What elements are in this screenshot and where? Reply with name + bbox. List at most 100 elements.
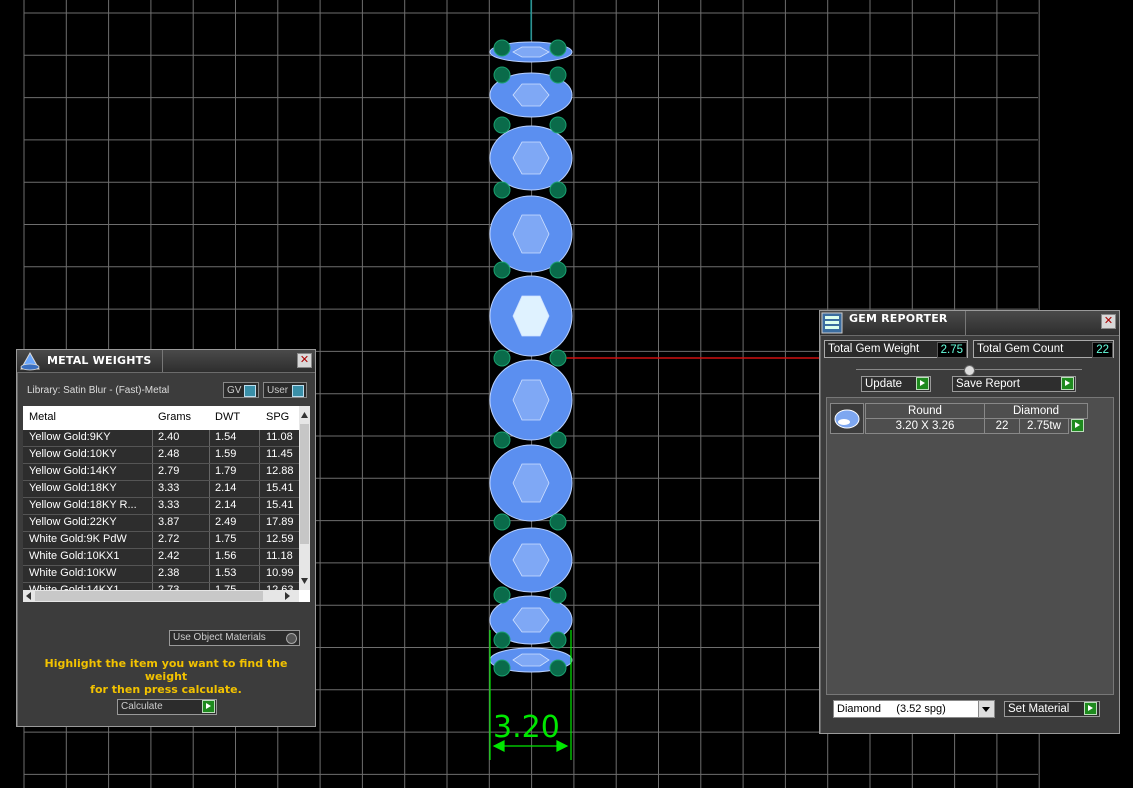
cell-metal: White Gold:9K PdW [29,533,127,545]
prong [493,631,511,649]
cell-dwt: 2.49 [215,516,237,528]
total-gem-count-value: 22 [1092,342,1113,358]
gem-size: 3.20 X 3.26 [865,418,985,434]
prong [493,586,511,604]
calculate-go-icon[interactable] [202,700,215,713]
prong [493,66,511,84]
prong [493,181,511,199]
prong [549,659,567,677]
col-spg[interactable]: SPG [266,411,289,423]
material-select[interactable]: Diamond (3.52 spg) [833,700,995,718]
prong [549,431,567,449]
update-go-icon[interactable] [916,377,929,390]
cell-dwt: 1.54 [215,431,237,443]
gem-list[interactable]: Round Diamond 3.20 X 3.26 22 2.75tw [826,397,1114,695]
cell-dwt: 2.14 [215,499,237,511]
prong [549,116,567,134]
table-row[interactable]: Yellow Gold:18KY 3.33 2.14 15.41 [23,481,299,498]
col-dwt[interactable]: DWT [215,411,240,423]
total-gem-weight-value: 2.75 [936,342,967,358]
gem-reporter-titlebar[interactable]: GEM REPORTER ✕ [820,311,1119,336]
prong [493,349,511,367]
metal-weights-panel: METAL WEIGHTS ✕ Library: Satin Blur - (F… [16,349,316,727]
slider-thumb[interactable] [964,365,975,376]
cell-grams: 2.72 [158,533,180,545]
dimension-label: 3.20 [493,710,560,745]
hint-text: Highlight the item you want to find the … [25,657,307,696]
table-row[interactable]: Yellow Gold:18KY R... 3.33 2.14 15.41 [23,498,299,515]
table-row[interactable]: White Gold:10KW 2.38 1.53 10.99 [23,566,299,583]
cell-dwt: 1.53 [215,567,237,579]
round-gem-icon [834,409,860,429]
cell-grams: 2.40 [158,431,180,443]
cell-grams: 2.48 [158,448,180,460]
table-row[interactable]: Yellow Gold:10KY 2.48 1.59 11.45 [23,447,299,464]
table-row[interactable]: White Gold:10KX1 2.42 1.56 11.18 [23,549,299,566]
metal-table-rows: Yellow Gold:9KY 2.40 1.54 11.08 Yellow Gold:… [23,430,299,602]
cell-grams: 2.79 [158,465,180,477]
total-gem-weight: Total Gem Weight 2.75 [824,340,968,358]
cell-grams: 3.87 [158,516,180,528]
table-row[interactable]: Yellow Gold:14KY 2.79 1.79 12.88 [23,464,299,481]
set-material-go-icon[interactable] [1084,702,1097,715]
library-label: Library: Satin Blur - (Fast)-Metal [27,385,170,396]
gem-reporter-title: GEM REPORTER [849,312,948,325]
col-metal[interactable]: Metal [29,411,56,423]
eternity-band-model [489,39,573,677]
material-select-value: Diamond (3.52 spg) [837,703,946,715]
cell-grams: 2.38 [158,567,180,579]
col-grams[interactable]: Grams [158,411,191,423]
cell-metal: White Gold:10KX1 [29,550,120,562]
chevron-down-icon[interactable] [978,701,994,717]
user-toggle[interactable]: User [263,382,307,398]
use-object-materials-toggle[interactable]: Use Object Materials [169,630,300,646]
prong [493,659,511,677]
prong [493,39,511,57]
cell-dwt: 2.14 [215,482,237,494]
gem-count: 22 [984,418,1020,434]
cell-dwt: 1.59 [215,448,237,460]
close-icon[interactable]: ✕ [1101,314,1116,329]
save-report-button[interactable]: Save Report [952,376,1076,392]
gem-reporter-icon [821,312,843,334]
hint-line-2: for then press calculate. [90,683,242,696]
cell-metal: Yellow Gold:18KY [29,482,117,494]
vertical-scrollbar[interactable] [299,406,310,590]
cell-metal: White Gold:10KW [29,567,117,579]
prong [549,349,567,367]
metal-weights-title: METAL WEIGHTS [47,354,152,367]
table-row[interactable]: Yellow Gold:22KY 3.87 2.49 17.89 [23,515,299,532]
zoom-slider[interactable] [856,365,1082,376]
prong [549,513,567,531]
save-report-go-icon[interactable] [1061,377,1074,390]
set-material-label: Set Material [1008,703,1070,715]
gem-row[interactable]: Round Diamond 3.20 X 3.26 22 2.75tw [830,403,1088,435]
close-icon[interactable]: ✕ [297,353,312,368]
save-report-label: Save Report [956,378,1020,390]
cell-grams: 2.42 [158,550,180,562]
horizontal-scrollbar[interactable] [23,590,299,602]
gem-thumbnail [830,403,864,434]
user-label: User [267,385,289,396]
prong [549,66,567,84]
cell-metal: Yellow Gold:10KY [29,448,117,460]
gem-reporter-panel: GEM REPORTER ✕ Total Gem Weight 2.75 Tot… [819,310,1120,734]
metal-table[interactable]: Metal Grams DWT SPG Yellow Gold:9KY 2.40 1… [23,406,310,602]
metal-weights-icon [20,351,40,371]
prong [549,586,567,604]
metal-weights-titlebar[interactable]: METAL WEIGHTS ✕ [17,350,315,373]
prong [549,261,567,279]
gem-weight: 2.75tw [1019,418,1069,434]
total-gem-weight-label: Total Gem Weight [828,343,920,355]
table-row[interactable]: White Gold:9K PdW 2.72 1.75 12.59 [23,532,299,549]
gem-go-icon[interactable] [1071,419,1084,432]
table-row[interactable]: Yellow Gold:9KY 2.40 1.54 11.08 [23,430,299,447]
cell-grams: 3.33 [158,499,180,511]
cell-dwt: 1.79 [215,465,237,477]
prong [549,39,567,57]
cell-dwt: 1.56 [215,550,237,562]
gv-toggle[interactable]: GV [223,382,259,398]
prong [549,181,567,199]
prong [493,431,511,449]
prong [493,513,511,531]
